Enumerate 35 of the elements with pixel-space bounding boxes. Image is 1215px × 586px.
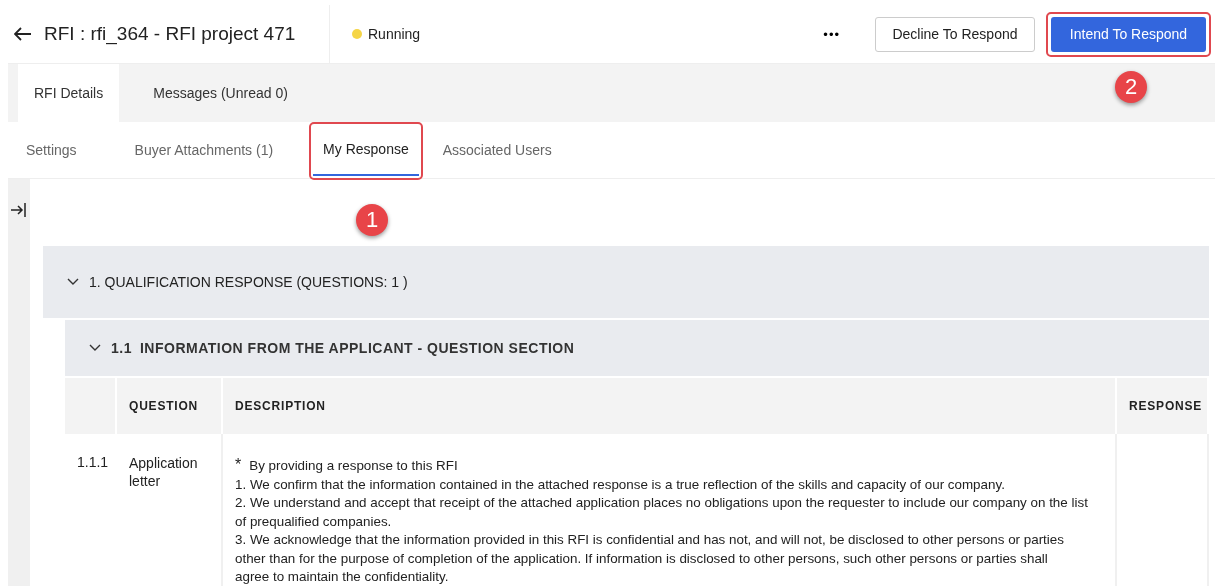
subsection-number: 1.1 [111, 340, 132, 356]
decline-button[interactable]: Decline To Respond [875, 16, 1035, 52]
subsection-title: INFORMATION FROM THE APPLICANT - QUESTION SECTION [139, 340, 575, 356]
tab[interactable]: Buyer Attachments (1) [118, 124, 290, 176]
description-text: 3. We acknowledge that the information provided in this RFI is confidential and has not, and will not, be disclosed to other persons or parties [235, 531, 1065, 549]
chevron-icon [89, 344, 101, 352]
tab[interactable]: Settings [12, 124, 93, 176]
tab[interactable]: My Response [313, 124, 419, 176]
description-text: By providing a response to this RFI [249, 458, 458, 473]
tab[interactable]: RFI Details [18, 64, 120, 122]
description-text: 1. We confirm that the information contained in the attached response is a true reflection of the skills and capacity of our company. [235, 475, 1006, 494]
callout-badge: 2 [1115, 71, 1147, 103]
expand-panel-icon[interactable] [10, 201, 28, 219]
callout-badge: 1 [356, 204, 388, 236]
status-label: Running [368, 26, 421, 42]
section-header[interactable]: 1. QUALIFICATION RESPONSE (QUESTIONS: 1 ) [43, 246, 1209, 318]
section-title: 1. QUALIFICATION RESPONSE (QUESTIONS: 1 ) [89, 274, 408, 290]
chevron-icon [67, 278, 79, 286]
column-header: QUESTION [117, 378, 223, 434]
required-mark: * [235, 456, 242, 473]
description-text: other than for the purpose of completion of the application. If information is disclosed to other persons, such other persons or parties shall [235, 549, 1049, 568]
tab[interactable]: Associated Users [426, 124, 568, 176]
tab[interactable]: Messages (Unread 0) [137, 64, 304, 122]
description-text: of prequalified companies. [235, 512, 393, 531]
back-arrow-icon[interactable] [14, 27, 32, 41]
question-number: 1.1.1 [77, 454, 109, 470]
column-header: DESCRIPTION [223, 378, 1117, 434]
description-text: agree to maintain the confidentiality. [235, 568, 450, 586]
subsection-header[interactable]: 1.1 INFORMATION FROM THE APPLICANT - QUESTION SECTION [65, 320, 1209, 376]
intend-button[interactable]: Intend To Respond [1051, 16, 1206, 52]
question-name: Application letter [129, 455, 198, 489]
column-header: RESPONSE [1117, 378, 1209, 434]
description-text: 2. We understand and accept that receipt of the attached application places no obligations upon the requester to include our company on the list [235, 494, 1089, 512]
page-title: RFI : rfi_364 - RFI project 471 [44, 23, 296, 45]
more-button[interactable]: ••• [817, 25, 846, 43]
